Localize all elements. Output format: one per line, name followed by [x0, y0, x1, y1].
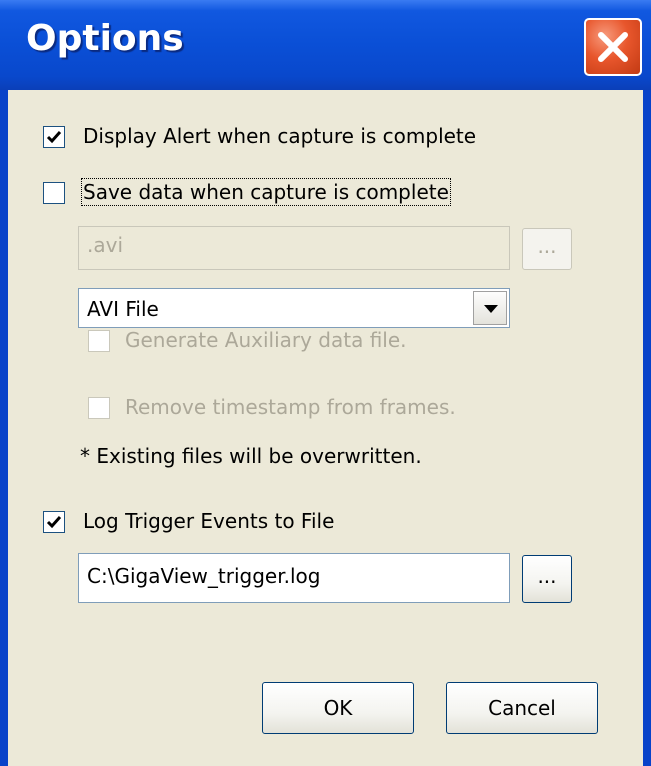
- ok-button[interactable]: OK: [262, 682, 414, 734]
- overwrite-note: * Existing files will be overwritten.: [80, 444, 422, 468]
- file-type-select[interactable]: AVI File: [78, 288, 510, 328]
- log-trigger-checkbox[interactable]: [43, 511, 65, 533]
- dropdown-button[interactable]: [473, 291, 507, 325]
- remove-timestamp-label: Remove timestamp from frames.: [125, 395, 456, 419]
- display-alert-checkbox[interactable]: [43, 126, 65, 148]
- cancel-button[interactable]: Cancel: [446, 682, 598, 734]
- generate-aux-checkbox[interactable]: [88, 330, 110, 352]
- browse-save-button[interactable]: ...: [522, 228, 572, 270]
- file-type-value: AVI File: [87, 297, 159, 321]
- save-data-checkbox[interactable]: [43, 182, 65, 204]
- title-bar[interactable]: Options: [0, 0, 651, 90]
- generate-aux-label: Generate Auxiliary data file.: [125, 328, 407, 352]
- log-path-input[interactable]: C:\GigaView_trigger.log: [78, 553, 510, 603]
- window-title: Options: [26, 18, 184, 59]
- browse-log-button[interactable]: ...: [522, 555, 572, 603]
- dialog-body: Display Alert when capture is complete S…: [8, 90, 643, 766]
- save-data-label: Save data when capture is complete: [81, 178, 451, 206]
- save-path-input[interactable]: .avi: [78, 226, 510, 270]
- log-trigger-label: Log Trigger Events to File: [83, 509, 335, 533]
- display-alert-label: Display Alert when capture is complete: [83, 124, 477, 148]
- options-dialog: Options Display Alert when capture is co…: [0, 0, 651, 766]
- remove-timestamp-checkbox[interactable]: [88, 397, 110, 419]
- close-button[interactable]: [584, 18, 642, 76]
